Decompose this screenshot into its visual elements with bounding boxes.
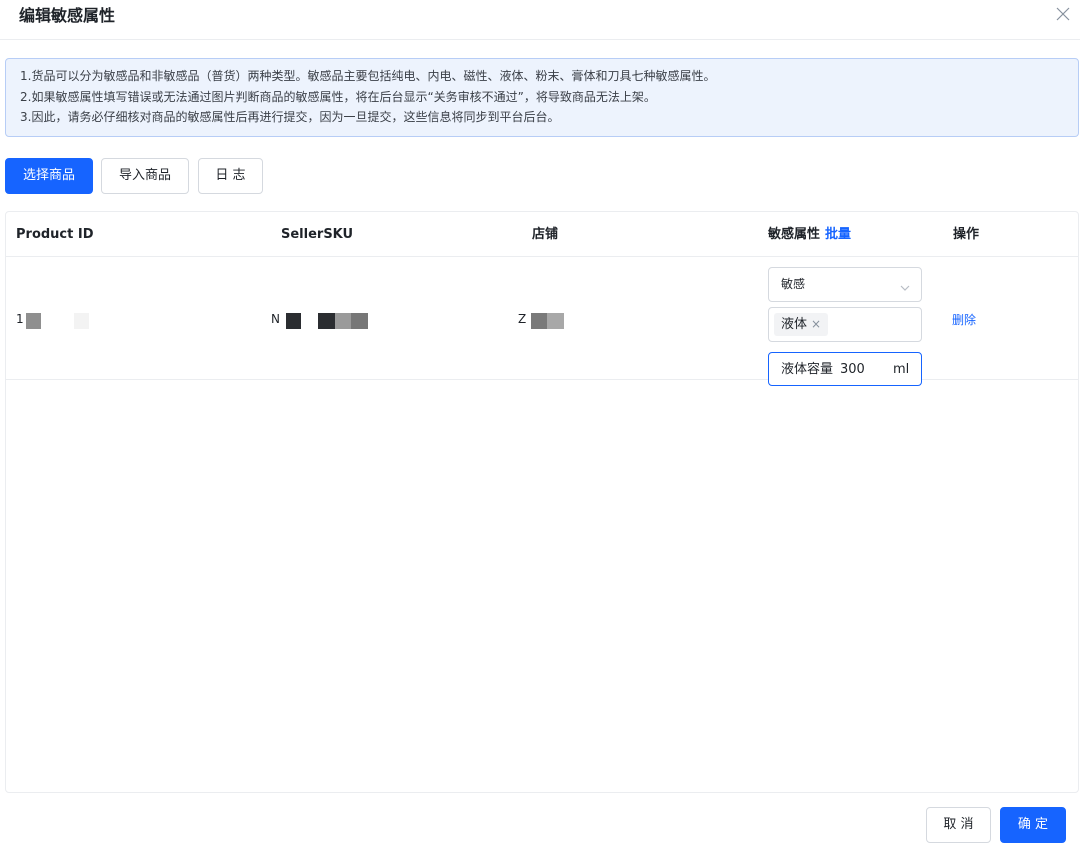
delete-link[interactable]: 删除 (952, 312, 976, 328)
seller-sku-prefix: N (271, 312, 280, 326)
select-products-button[interactable]: 选择商品 (5, 158, 93, 194)
product-id-prefix: 1 (16, 312, 24, 326)
log-button[interactable]: 日 志 (198, 158, 263, 194)
edit-sensitive-attributes-dialog: 编辑敏感属性 1.货品可以分为敏感品和非敏感品（普货）两种类型。敏感品主要包括纯… (0, 0, 1080, 848)
confirm-button[interactable]: 确 定 (1000, 807, 1066, 843)
sensitivity-select[interactable]: 敏感 (768, 267, 922, 302)
column-product-id: Product ID (16, 227, 94, 242)
dialog-header: 编辑敏感属性 (0, 0, 1080, 40)
attribute-tag: 液体 × (774, 313, 829, 336)
notice-banner: 1.货品可以分为敏感品和非敏感品（普货）两种类型。敏感品主要包括纯电、内电、磁性… (5, 58, 1079, 137)
liquid-volume-unit: ml (893, 362, 910, 377)
column-store: 店铺 (532, 227, 559, 242)
redacted-block (74, 313, 89, 329)
notice-line: 1.货品可以分为敏感品和非敏感品（普货）两种类型。敏感品主要包括纯电、内电、磁性… (20, 69, 716, 83)
column-sensitive-attr-label: 敏感属性 (768, 227, 821, 242)
column-sensitive-attr: 敏感属性 批量 (768, 226, 851, 244)
import-products-button[interactable]: 导入商品 (101, 158, 189, 194)
redacted-block (318, 313, 335, 329)
x-icon[interactable]: × (811, 313, 821, 336)
liquid-volume-value[interactable]: 300 (840, 362, 865, 378)
close-icon[interactable] (1054, 5, 1072, 23)
redacted-block (351, 313, 368, 329)
redacted-block (286, 313, 301, 329)
redacted-block (531, 313, 547, 329)
redacted-block (26, 313, 41, 329)
redacted-block (547, 313, 564, 329)
store-prefix: Z (518, 312, 527, 326)
batch-link[interactable]: 批量 (825, 227, 851, 242)
table-header: Product ID SellerSKU 店铺 敏感属性 批量 操作 (6, 212, 1078, 257)
table-row: 1 N Z 敏感 液体 × 液体容量 300 ml 删除 (6, 257, 1078, 386)
column-action: 操作 (953, 227, 980, 242)
sensitivity-select-value: 敏感 (781, 277, 806, 291)
attribute-tag-label: 液体 (781, 317, 808, 332)
cancel-button[interactable]: 取 消 (926, 807, 991, 843)
notice-line: 2.如果敏感属性填写错误或无法通过图片判断商品的敏感属性，将在后台显示“关务审核… (20, 89, 656, 104)
dialog-title: 编辑敏感属性 (19, 6, 116, 25)
liquid-volume-label: 液体容量 (781, 362, 834, 377)
notice-line: 3.因此，请务必仔细核对商品的敏感属性后再进行提交，因为一旦提交，这些信息将同步… (20, 110, 560, 124)
attribute-tag-select[interactable]: 液体 × (768, 307, 922, 342)
chevron-down-icon (899, 279, 911, 298)
redacted-block (335, 313, 351, 329)
products-table: Product ID SellerSKU 店铺 敏感属性批量 操作 1 N Z (5, 211, 1079, 793)
liquid-volume-input[interactable]: 液体容量 300 ml (768, 352, 922, 386)
column-seller-sku: SellerSKU (281, 227, 354, 242)
